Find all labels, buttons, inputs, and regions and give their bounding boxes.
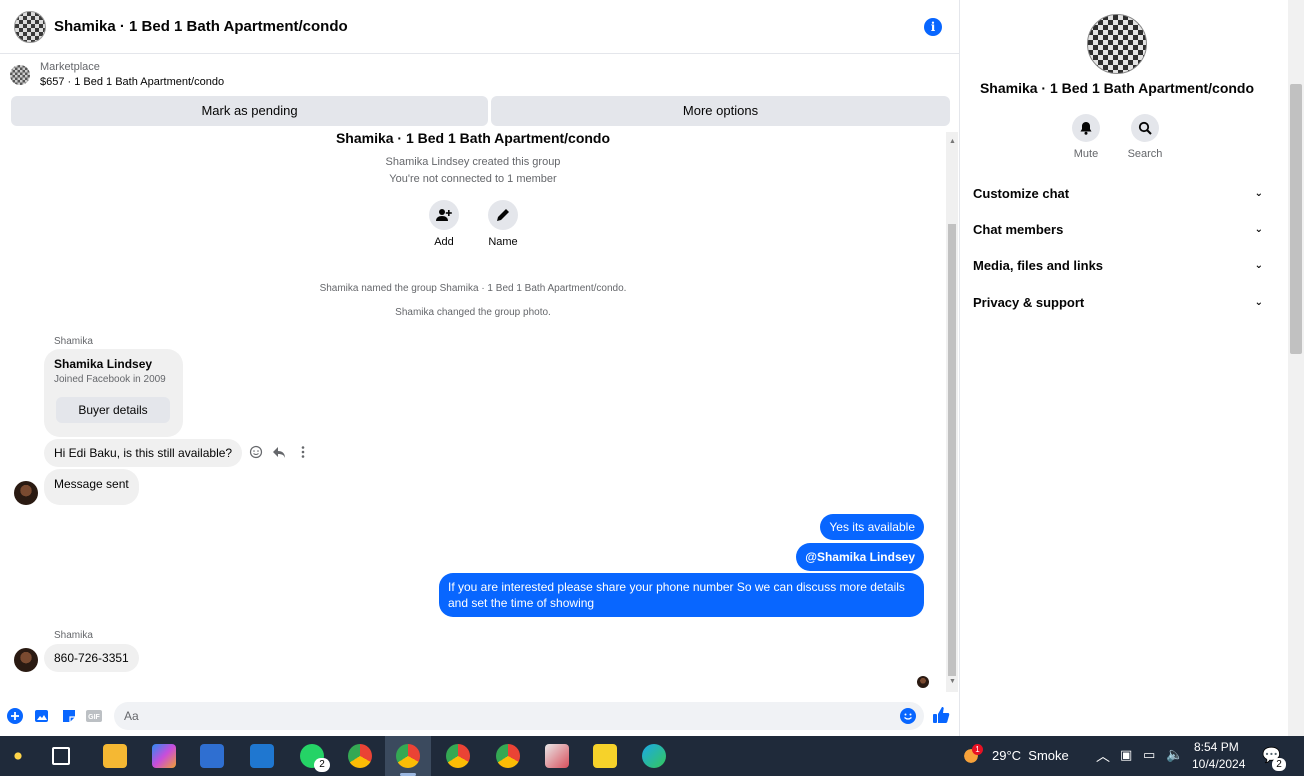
more-options-button[interactable]: More options bbox=[491, 96, 950, 126]
created-line: Shamika Lindsey created this group bbox=[385, 156, 561, 168]
message-input[interactable]: Aa bbox=[114, 702, 924, 730]
chrome-icon[interactable] bbox=[396, 744, 420, 768]
bell-icon bbox=[1080, 122, 1092, 135]
chevron-down-icon: ⌄ bbox=[1254, 297, 1263, 308]
search-label: Search bbox=[1127, 148, 1163, 160]
incoming-message[interactable]: Hi Edi Baku, is this still available? bbox=[44, 439, 243, 467]
outgoing-message[interactable]: Yes its available bbox=[820, 514, 924, 540]
chevron-down-icon: ⌄ bbox=[1254, 224, 1263, 235]
task-view-icon[interactable] bbox=[52, 747, 70, 765]
marketplace-listing[interactable]: Marketplace $657 · 1 Bed 1 Bath Apartmen… bbox=[10, 60, 224, 90]
listing-thumbnail bbox=[10, 65, 30, 85]
sender-name: Shamika bbox=[54, 336, 93, 347]
sender-name: Shamika bbox=[54, 630, 93, 641]
add-label: Add bbox=[434, 236, 454, 248]
react-icon[interactable] bbox=[249, 445, 263, 459]
widgets-icon[interactable] bbox=[6, 744, 30, 768]
mute-label: Mute bbox=[1073, 148, 1099, 160]
scrollbar-thumb[interactable] bbox=[948, 224, 956, 676]
chrome-icon[interactable] bbox=[348, 744, 372, 768]
emoji-icon[interactable] bbox=[900, 708, 916, 724]
chrome-icon[interactable] bbox=[446, 744, 470, 768]
listing-line: $657 · 1 Bed 1 Bath Apartment/condo bbox=[40, 76, 225, 88]
outgoing-message[interactable]: If you are interested please share your … bbox=[439, 573, 924, 617]
composer: GIF Aa bbox=[0, 702, 960, 730]
mute-action[interactable]: Mute bbox=[1061, 114, 1111, 160]
customize-chat-section[interactable]: Customize chat ⌄ bbox=[973, 186, 1263, 201]
edge-icon[interactable] bbox=[642, 744, 666, 768]
add-person-icon bbox=[436, 209, 452, 221]
clock-time[interactable]: 8:54 PM bbox=[1194, 740, 1239, 754]
weather-badge: 1 bbox=[972, 744, 983, 755]
network-icon[interactable]: ▭ bbox=[1143, 747, 1155, 763]
taskbar: 2 1 29°C Smoke ︿ ▣ ▭ 🔈 8:54 PM 10/4/2024… bbox=[0, 736, 1304, 776]
profile-name: Shamika Lindsey bbox=[54, 357, 153, 371]
chevron-down-icon: ⌄ bbox=[1254, 188, 1263, 199]
media-files-section[interactable]: Media, files and links ⌄ bbox=[973, 258, 1263, 273]
profile-joined: Joined Facebook in 2009 bbox=[54, 374, 166, 385]
outgoing-mention[interactable]: @Shamika Lindsey bbox=[796, 543, 924, 571]
sender-avatar[interactable] bbox=[14, 481, 38, 505]
chat-title[interactable]: Shamika · 1 Bed 1 Bath Apartment/condo bbox=[54, 18, 348, 35]
name-group-action[interactable]: Name bbox=[473, 200, 533, 248]
profile-card: Shamika Lindsey Joined Facebook in 2009 … bbox=[44, 349, 183, 437]
pencil-icon bbox=[497, 209, 509, 221]
reply-icon[interactable] bbox=[272, 445, 286, 459]
copilot-icon[interactable] bbox=[152, 744, 176, 768]
mark-pending-button[interactable]: Mark as pending bbox=[11, 96, 488, 126]
buyer-details-button[interactable]: Buyer details bbox=[56, 397, 170, 423]
photo-event: Shamika changed the group photo. bbox=[395, 307, 551, 318]
sticker-icon[interactable] bbox=[61, 708, 77, 724]
message-scrollbar[interactable]: ▲ ▼ bbox=[946, 132, 958, 692]
chat-pane: Shamika · 1 Bed 1 Bath Apartment/condo i… bbox=[0, 0, 960, 736]
weather-text[interactable]: 29°C Smoke bbox=[992, 748, 1069, 763]
group-photo[interactable] bbox=[1087, 14, 1147, 74]
chat-members-section[interactable]: Chat members ⌄ bbox=[973, 222, 1263, 237]
more-vertical-icon[interactable] bbox=[296, 445, 310, 459]
like-thumb-icon[interactable] bbox=[932, 706, 950, 724]
screen: Shamika · 1 Bed 1 Bath Apartment/condo i… bbox=[0, 0, 1304, 776]
gif-icon[interactable]: GIF bbox=[86, 708, 102, 724]
whatsapp-badge: 2 bbox=[314, 758, 330, 772]
chrome-icon[interactable] bbox=[496, 744, 520, 768]
sender-avatar[interactable] bbox=[14, 648, 38, 672]
store-icon[interactable] bbox=[200, 744, 224, 768]
volume-icon[interactable]: 🔈 bbox=[1166, 746, 1183, 763]
page-scrollbar[interactable] bbox=[1288, 0, 1304, 736]
page-scrollbar-thumb[interactable] bbox=[1290, 84, 1302, 354]
sticky-notes-icon[interactable] bbox=[593, 744, 617, 768]
group-avatar[interactable] bbox=[14, 10, 46, 43]
connected-line: You're not connected to 1 member bbox=[389, 173, 557, 185]
chat-info-pane: Shamika · 1 Bed 1 Bath Apartment/condo M… bbox=[961, 0, 1273, 736]
marketplace-label: Marketplace bbox=[40, 61, 100, 73]
chat-header: Shamika · 1 Bed 1 Bath Apartment/condo i bbox=[0, 0, 960, 54]
privacy-support-section[interactable]: Privacy & support ⌄ bbox=[973, 295, 1263, 310]
chevron-down-icon: ⌄ bbox=[1254, 260, 1263, 271]
file-explorer-icon[interactable] bbox=[103, 744, 127, 768]
mail-icon[interactable] bbox=[250, 744, 274, 768]
photo-icon[interactable] bbox=[34, 708, 50, 724]
snipping-tool-icon[interactable] bbox=[545, 744, 569, 768]
search-action[interactable]: Search bbox=[1120, 114, 1170, 160]
svg-text:GIF: GIF bbox=[88, 714, 100, 721]
chevron-up-icon[interactable]: ︿ bbox=[1096, 746, 1110, 766]
meet-icon[interactable]: ▣ bbox=[1120, 747, 1132, 763]
group-title: Shamika · 1 Bed 1 Bath Apartment/condo bbox=[335, 132, 611, 146]
notification-badge: 2 bbox=[1272, 758, 1286, 771]
name-label: Name bbox=[488, 236, 518, 248]
plus-circle-icon[interactable] bbox=[7, 708, 23, 724]
incoming-message[interactable]: Message sent bbox=[44, 469, 139, 505]
info-title: Shamika · 1 Bed 1 Bath Apartment/condo bbox=[979, 80, 1255, 96]
clock-date[interactable]: 10/4/2024 bbox=[1192, 757, 1245, 771]
search-icon bbox=[1138, 121, 1152, 135]
seen-avatar bbox=[917, 676, 929, 688]
message-list: Shamika · 1 Bed 1 Bath Apartment/condo S… bbox=[0, 132, 946, 692]
incoming-message[interactable]: 860-726-3351 bbox=[44, 644, 139, 672]
info-icon[interactable]: i bbox=[924, 18, 942, 36]
add-member-action[interactable]: Add bbox=[414, 200, 474, 248]
named-event: Shamika named the group Shamika · 1 Bed … bbox=[319, 283, 627, 294]
